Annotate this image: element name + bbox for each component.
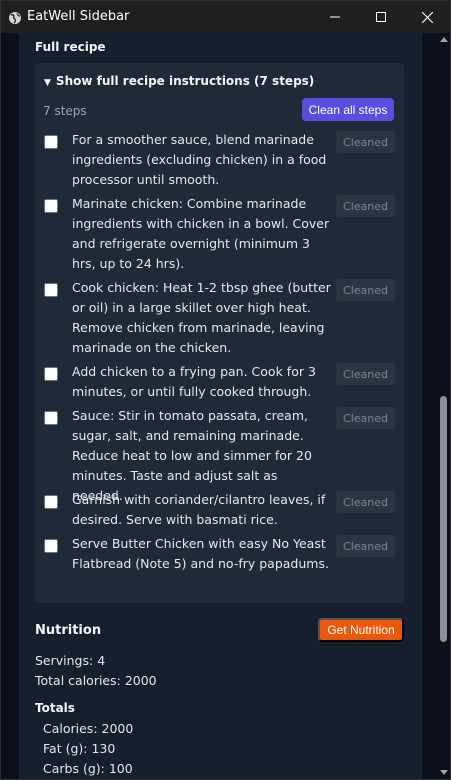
- scroll-up-arrow[interactable]: [440, 37, 448, 42]
- servings-text: Servings: 4: [35, 653, 106, 668]
- recipe-instructions-summary: Show full recipe instructions (7 steps): [55, 74, 315, 88]
- cleaned-button[interactable]: Cleaned: [336, 279, 395, 301]
- step-text: Garnish with coriander/cilantro leaves, …: [72, 492, 326, 527]
- app-window: EatWell Sidebar Full recipe ▼ Show full r…: [0, 0, 451, 780]
- step-text: Add chicken to a frying pan. Cook for 3 …: [72, 364, 316, 399]
- totals-heading: Totals: [35, 701, 75, 715]
- step-checkbox[interactable]: [44, 495, 58, 509]
- step-checkbox[interactable]: [44, 135, 58, 149]
- title-bar: EatWell Sidebar: [1, 1, 450, 33]
- window-title: EatWell Sidebar: [27, 9, 130, 24]
- cleaned-button[interactable]: Cleaned: [336, 363, 395, 385]
- step-text: For a smoother sauce, blend marinade ing…: [72, 132, 327, 187]
- maximize-button[interactable]: [358, 1, 404, 33]
- recipe-instructions-panel: ▼ Show full recipe instructions (7 steps)…: [35, 63, 404, 603]
- minimize-button[interactable]: [312, 1, 358, 33]
- cleaned-button[interactable]: Cleaned: [336, 131, 395, 153]
- nutrition-heading: Nutrition: [35, 623, 102, 638]
- step-text: Serve Butter Chicken with easy No Yeast …: [72, 536, 329, 571]
- step-checkbox[interactable]: [44, 367, 58, 381]
- maximize-icon: [376, 12, 386, 22]
- close-icon: [421, 11, 433, 23]
- cleaned-button[interactable]: Cleaned: [336, 491, 395, 513]
- sidebar-content: Full recipe ▼ Show full recipe instructio…: [19, 33, 422, 779]
- get-nutrition-button[interactable]: Get Nutrition: [318, 618, 404, 642]
- close-button[interactable]: [404, 1, 450, 33]
- cleaned-button[interactable]: Cleaned: [336, 195, 395, 217]
- scrollbar-thumb[interactable]: [440, 396, 447, 642]
- clean-all-steps-button[interactable]: Clean all steps: [302, 98, 394, 121]
- recipe-instructions-toggle[interactable]: ▼ Show full recipe instructions (7 steps): [44, 74, 314, 88]
- cleaned-button[interactable]: Cleaned: [336, 407, 395, 429]
- globe-icon: [8, 10, 22, 24]
- steps-count: 7 steps: [43, 104, 87, 118]
- disclosure-triangle-icon: ▼: [44, 78, 51, 88]
- totals-fat: Fat (g): 130: [43, 741, 116, 756]
- scroll-down-arrow[interactable]: [440, 770, 448, 775]
- step-text: Marinate chicken: Combine marinade ingre…: [72, 196, 330, 271]
- minimize-icon: [330, 16, 340, 18]
- step-checkbox[interactable]: [44, 539, 58, 553]
- totals-calories: Calories: 2000: [43, 721, 134, 736]
- totals-carbs: Carbs (g): 100: [43, 761, 133, 776]
- step-checkbox[interactable]: [44, 199, 58, 213]
- step-checkbox[interactable]: [44, 283, 58, 297]
- step-text: Cook chicken: Heat 1-2 tbsp ghee (butter…: [72, 280, 331, 355]
- cleaned-button[interactable]: Cleaned: [336, 535, 395, 557]
- total-calories-text: Total calories: 2000: [35, 673, 157, 688]
- full-recipe-heading: Full recipe: [35, 40, 106, 54]
- step-checkbox[interactable]: [44, 411, 58, 425]
